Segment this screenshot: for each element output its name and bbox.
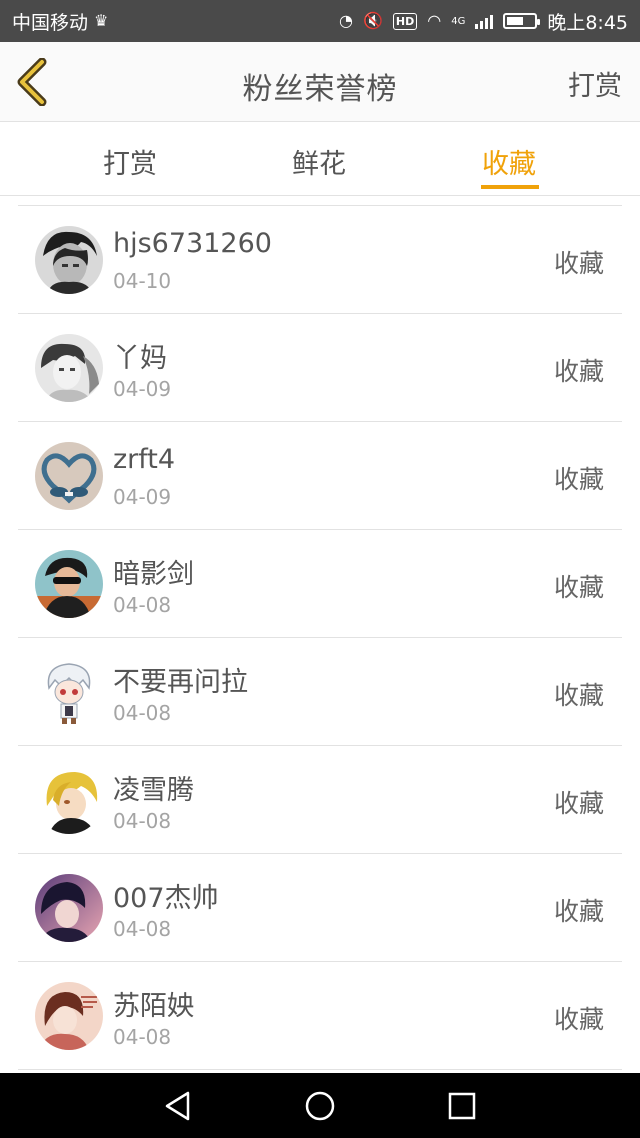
avatar (35, 226, 103, 294)
favorite-label: 收藏 (553, 465, 604, 494)
favorite-date: 04-08 (113, 701, 172, 725)
favorite-label: 收藏 (553, 573, 604, 602)
status-left: 中国移动 ♛ (12, 8, 339, 35)
user-name: 丫妈 (113, 343, 167, 374)
system-nav-bar (0, 1073, 640, 1138)
avatar (35, 874, 103, 942)
signal-icon (475, 13, 494, 29)
nav-back-button[interactable] (160, 1088, 196, 1124)
avatar (35, 982, 103, 1050)
avatar (35, 550, 103, 618)
page-title: 粉丝荣誉榜 (242, 72, 398, 107)
nav-home-button[interactable] (302, 1088, 338, 1124)
user-name: zrft4 (113, 444, 176, 475)
favorite-label: 收藏 (553, 249, 604, 278)
user-name: hjs6731260 (113, 228, 272, 259)
list-item[interactable]: 凌雪腾 04-08 收藏 (18, 746, 622, 854)
favorite-label: 收藏 (553, 897, 604, 926)
title-bar: 粉丝荣誉榜 打赏 (0, 42, 640, 122)
user-name: 不要再问拉 (113, 667, 248, 698)
tab-flowers[interactable]: 鲜花 (292, 142, 346, 181)
tab-favorites[interactable]: 收藏 (482, 142, 536, 181)
favorite-date: 04-08 (113, 809, 172, 833)
list-item[interactable]: zrft4 04-09 收藏 (18, 422, 622, 530)
avatar (35, 658, 103, 726)
tab-reward[interactable]: 打赏 (103, 142, 157, 181)
favorite-date: 04-09 (113, 485, 172, 509)
circle-home-icon (305, 1091, 335, 1121)
avatar (35, 766, 103, 834)
favorite-date: 04-10 (113, 269, 172, 293)
favorite-date: 04-08 (113, 593, 172, 617)
user-name: 凌雪腾 (113, 775, 194, 806)
active-tab-indicator (481, 185, 539, 189)
avatar (35, 334, 103, 402)
fan-list: hjs6731260 04-10 收藏 丫妈 04-09 收藏 zrft4 04… (0, 205, 640, 1073)
tab-bar: 打赏 鲜花 收藏 (0, 122, 640, 196)
triangle-back-icon (165, 1091, 190, 1121)
favorite-label: 收藏 (553, 681, 604, 710)
list-item[interactable]: 丫妈 04-09 收藏 (18, 314, 622, 422)
square-recents-icon (448, 1092, 476, 1120)
status-bar: 中国移动 ♛ ◔ 🔇 HD ◠ 4G 晚上8:45 (0, 0, 640, 42)
list-item[interactable]: 暗影剑 04-08 收藏 (18, 530, 622, 638)
favorite-date: 04-09 (113, 377, 172, 401)
list-item[interactable]: hjs6731260 04-10 收藏 (18, 206, 622, 314)
user-name: 暗影剑 (113, 559, 194, 590)
list-item[interactable]: 007杰帅 04-08 收藏 (18, 854, 622, 962)
favorite-date: 04-08 (113, 917, 172, 941)
user-name: 苏陌姎 (113, 991, 194, 1022)
hd-badge: HD (392, 12, 418, 30)
data-saver-icon: ◔ (339, 11, 353, 30)
mute-icon: 🔇 (362, 11, 383, 30)
user-name: 007杰帅 (113, 883, 219, 914)
avatar (35, 442, 103, 510)
clock: 晚上8:45 (547, 11, 628, 34)
favorite-label: 收藏 (553, 789, 604, 818)
wifi-icon: ◠ (427, 11, 442, 30)
favorite-date: 04-08 (113, 1025, 172, 1049)
favorite-label: 收藏 (553, 357, 604, 386)
list-item[interactable]: 苏陌姎 04-08 收藏 (18, 962, 622, 1070)
nav-recents-button[interactable] (444, 1088, 480, 1124)
network-type: 4G (451, 15, 466, 27)
list-item[interactable]: 不要再问拉 04-08 收藏 (18, 638, 622, 746)
favorite-label: 收藏 (553, 1005, 604, 1034)
reward-button[interactable]: 打赏 (568, 64, 622, 103)
notification-icon: ♛ (94, 11, 109, 30)
carrier-name: 中国移动 (12, 11, 89, 34)
status-right: ◔ 🔇 HD ◠ 4G 晚上8:45 (339, 8, 628, 35)
battery-icon (503, 13, 541, 29)
